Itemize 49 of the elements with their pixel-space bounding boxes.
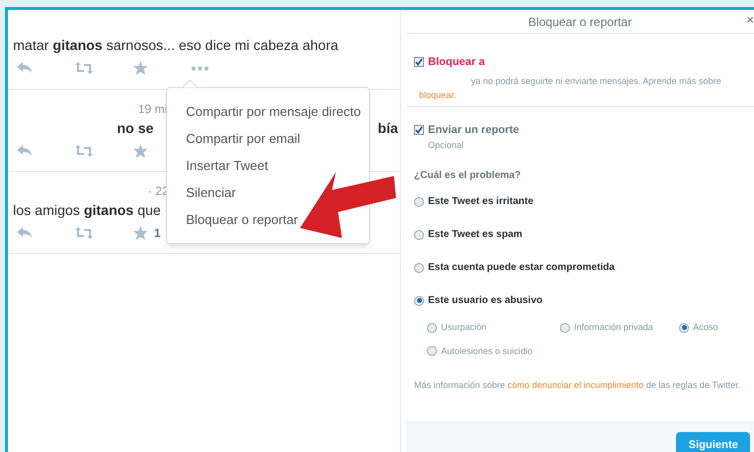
option-label[interactable]: Esta cuenta puede estar comprometida — [428, 260, 615, 275]
option-label[interactable]: Este Tweet es spam — [428, 227, 522, 242]
block-description: ya no podrá seguirte ni enviarte mensajes. Aprende más sobre bloquear. — [418, 74, 722, 102]
option-label[interactable]: Este usuario es abusivo — [428, 293, 542, 308]
sub-option-label[interactable]: Información privada — [574, 321, 654, 334]
radio-button[interactable] — [427, 322, 437, 333]
radio-button[interactable] — [414, 296, 424, 306]
close-button[interactable]: × — [746, 13, 754, 26]
retweet-icon[interactable] — [75, 145, 93, 157]
star-icon[interactable] — [133, 226, 148, 240]
star-icon[interactable] — [133, 61, 148, 75]
question-label: ¿Cuál es el problema? — [414, 169, 522, 183]
rules-link[interactable]: cómo denunciar el incumplimiento — [508, 380, 644, 390]
radio-button[interactable] — [414, 230, 424, 240]
sub-option-label[interactable]: Autolesiones o suicidio — [441, 344, 533, 358]
block-label: Bloquear a — [428, 55, 485, 70]
tweet-text: los amigos gitanos que — [13, 201, 161, 220]
menu-item[interactable]: Insertar Tweet — [186, 152, 268, 179]
reply-icon[interactable] — [17, 227, 33, 239]
menu-item[interactable]: Compartir por email — [186, 125, 300, 152]
rules-note: Más información sobre cómo denunciar el incumplimiento de las reglas de Twitter. — [414, 379, 742, 392]
more-icon[interactable] — [191, 66, 209, 70]
reply-icon[interactable] — [17, 62, 33, 74]
menu-item[interactable]: Bloquear o reportar — [186, 206, 298, 233]
block-link[interactable]: bloquear. — [419, 90, 456, 100]
radio-button[interactable] — [414, 262, 424, 272]
sub-option-label[interactable]: Usurpación — [441, 321, 487, 334]
favorite-count: 1 — [154, 225, 161, 242]
reply-icon[interactable] — [17, 145, 33, 157]
option-label[interactable]: Este Tweet es irritante — [428, 194, 534, 209]
menu-item[interactable]: Compartir por mensaje directo — [186, 98, 361, 125]
tweet-text: no se — [117, 119, 154, 138]
dialog-title: Bloquear o reportar — [528, 14, 632, 30]
radio-button[interactable] — [427, 346, 437, 356]
sub-option-label[interactable]: Acoso — [693, 321, 718, 334]
star-icon[interactable] — [133, 144, 148, 158]
radio-button[interactable] — [414, 196, 424, 206]
menu-item[interactable]: Silenciar — [186, 179, 236, 206]
retweet-icon[interactable] — [75, 62, 93, 74]
tweet-text: bía — [378, 119, 398, 138]
retweet-icon[interactable] — [75, 227, 93, 239]
tweet-text: matar gitanos sarnosos... eso dice mi cabeza ahora — [13, 36, 338, 55]
checkbox[interactable] — [414, 57, 424, 68]
radio-button[interactable] — [560, 322, 570, 333]
next-button[interactable]: Siguiente — [676, 432, 750, 452]
checkbox[interactable] — [414, 125, 424, 136]
report-label: Enviar un reporte — [428, 123, 520, 138]
radio-button[interactable] — [679, 322, 689, 333]
report-sublabel: Opcional — [427, 138, 465, 152]
